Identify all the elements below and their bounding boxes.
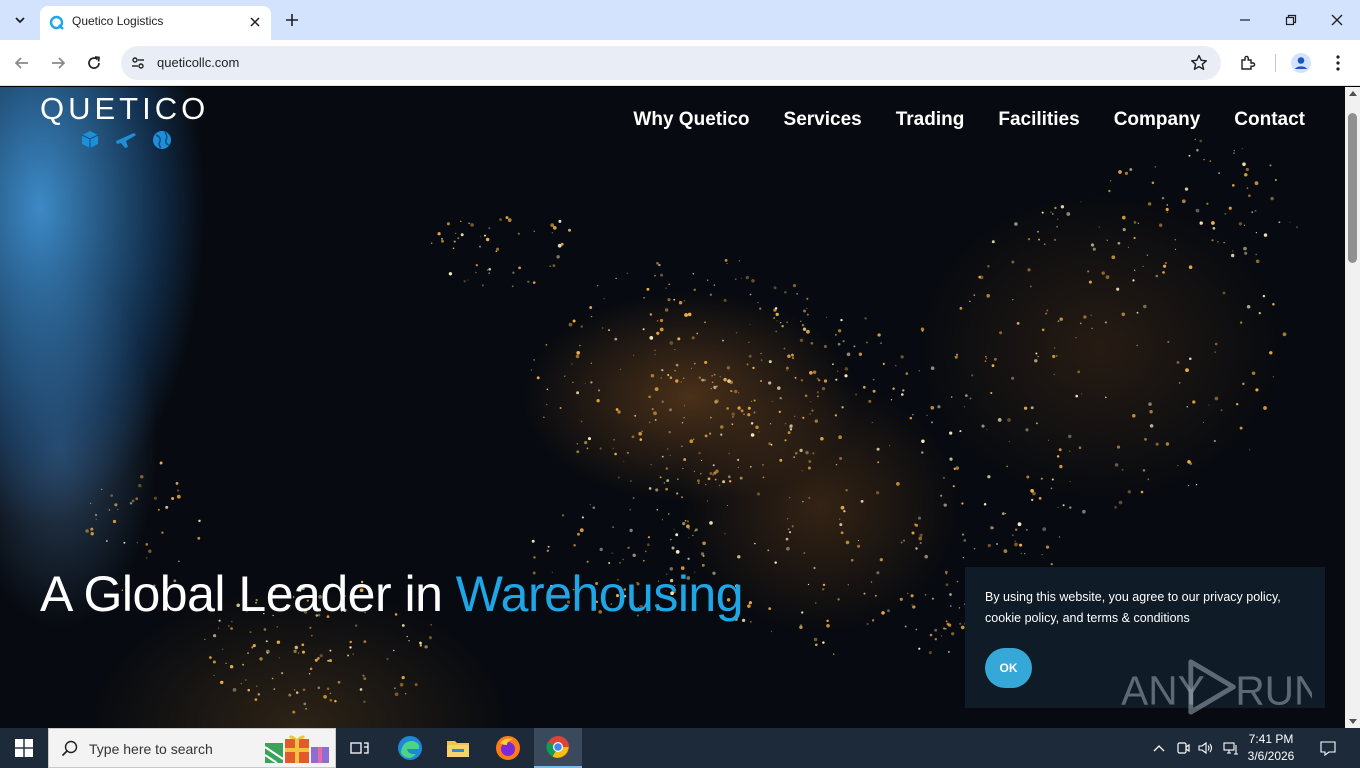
hero-heading-accent: Warehousing — [455, 566, 744, 622]
puzzle-icon — [1241, 55, 1256, 70]
anyrun-watermark: ANY RUN — [1121, 659, 1312, 715]
cube-icon — [81, 131, 99, 148]
tab-title: Quetico Logistics — [72, 14, 164, 28]
notifications-button[interactable] — [1316, 728, 1340, 768]
edge-icon — [398, 736, 422, 760]
logo-emblems — [81, 131, 171, 149]
gift-boxes-icon — [264, 735, 329, 764]
taskbar-firefox[interactable] — [484, 728, 532, 768]
tab-strip: Quetico Logistics — [0, 0, 1360, 40]
back-button[interactable] — [8, 49, 36, 77]
show-hidden-icons-button[interactable] — [1150, 728, 1168, 768]
logo-wordmark: QUETICO — [40, 91, 210, 126]
active-tab[interactable]: Quetico Logistics — [40, 6, 271, 40]
minimize-icon — [1240, 19, 1250, 21]
site-settings-icon[interactable] — [129, 54, 147, 72]
tab-search-button[interactable] — [8, 8, 32, 32]
site-logo[interactable]: QUETICO — [40, 91, 209, 127]
folder-icon — [447, 741, 469, 757]
reload-icon — [88, 56, 100, 69]
task-view-button[interactable] — [336, 728, 384, 768]
page-scrollbar[interactable] — [1345, 87, 1360, 728]
new-tab-button[interactable] — [282, 10, 302, 30]
notification-icon — [1320, 740, 1336, 756]
arrow-right-icon — [52, 57, 66, 69]
nav-services[interactable]: Services — [784, 109, 862, 131]
tab-close-button[interactable] — [247, 14, 263, 30]
nav-facilities[interactable]: Facilities — [998, 109, 1079, 131]
globe-icon — [153, 131, 171, 149]
nav-why-quetico[interactable]: Why Quetico — [633, 109, 749, 131]
arrow-left-icon — [14, 57, 28, 69]
more-vertical-icon — [1336, 55, 1340, 71]
chevron-down-icon — [15, 17, 25, 24]
meet-now-button[interactable] — [1174, 728, 1192, 768]
reload-button[interactable] — [80, 49, 108, 77]
bookmark-star-icon[interactable] — [1189, 53, 1209, 73]
cookie-consent-text: By using this website, you agree to our … — [985, 590, 1281, 625]
plus-icon — [286, 14, 298, 26]
browser-menu-button[interactable] — [1327, 52, 1349, 74]
main-navigation: Why Quetico Services Trading Facilities … — [633, 109, 1305, 131]
chevron-up-icon — [1153, 745, 1165, 752]
task-view-icon — [350, 742, 369, 754]
search-icon — [61, 740, 78, 757]
page-viewport: QUETICO Why Quetico Services Trading Fac… — [0, 87, 1345, 728]
url-text[interactable]: queticollc.com — [157, 55, 239, 70]
firefox-icon — [496, 736, 520, 760]
address-bar[interactable]: queticollc.com — [121, 46, 1221, 80]
taskbar-chrome[interactable] — [534, 728, 582, 768]
nav-contact[interactable]: Contact — [1234, 109, 1305, 131]
taskbar-clock[interactable]: 7:41 PM 3/6/2026 — [1236, 731, 1306, 765]
scrollbar-thumb[interactable] — [1348, 113, 1357, 263]
toolbar-separator — [1275, 54, 1276, 72]
volume-button[interactable] — [1197, 728, 1215, 768]
windows-logo-icon — [15, 739, 33, 757]
clock-time: 7:41 PM — [1248, 732, 1294, 746]
forward-button[interactable] — [44, 49, 72, 77]
camera-icon — [1177, 742, 1190, 754]
airplane-icon — [116, 133, 136, 148]
browser-toolbar: queticollc.com — [0, 40, 1360, 86]
watermark-text-run: RUN — [1235, 667, 1312, 713]
taskbar-search-box[interactable]: Type here to search — [48, 728, 336, 768]
close-window-button[interactable] — [1314, 0, 1360, 40]
scroll-down-arrow-icon[interactable] — [1349, 719, 1357, 724]
cookie-ok-button[interactable]: OK — [985, 648, 1032, 688]
hero-heading: A Global Leader in Warehousing — [40, 565, 744, 623]
nav-company[interactable]: Company — [1114, 109, 1201, 131]
taskbar-edge[interactable] — [386, 728, 434, 768]
clock-date: 3/6/2026 — [1247, 749, 1295, 763]
chrome-icon — [546, 736, 569, 758]
profile-avatar-icon — [1291, 53, 1311, 73]
restore-button[interactable] — [1268, 0, 1314, 40]
quetico-favicon-icon — [49, 15, 64, 30]
speaker-icon — [1198, 741, 1213, 755]
restore-icon — [1285, 14, 1297, 26]
extensions-button[interactable] — [1237, 52, 1259, 74]
profile-button[interactable] — [1290, 52, 1312, 74]
taskbar-search-placeholder: Type here to search — [89, 741, 213, 757]
close-icon — [1331, 14, 1343, 26]
start-button[interactable] — [0, 728, 48, 768]
scroll-up-arrow-icon[interactable] — [1349, 91, 1357, 96]
close-icon — [250, 17, 260, 27]
taskbar-file-explorer[interactable] — [434, 728, 482, 768]
minimize-button[interactable] — [1222, 0, 1268, 40]
hero-heading-prefix: A Global Leader in — [40, 566, 456, 622]
windows-taskbar: Type here to search 7:41 PM 3/6/2026 — [0, 728, 1360, 768]
nav-trading[interactable]: Trading — [896, 109, 965, 131]
